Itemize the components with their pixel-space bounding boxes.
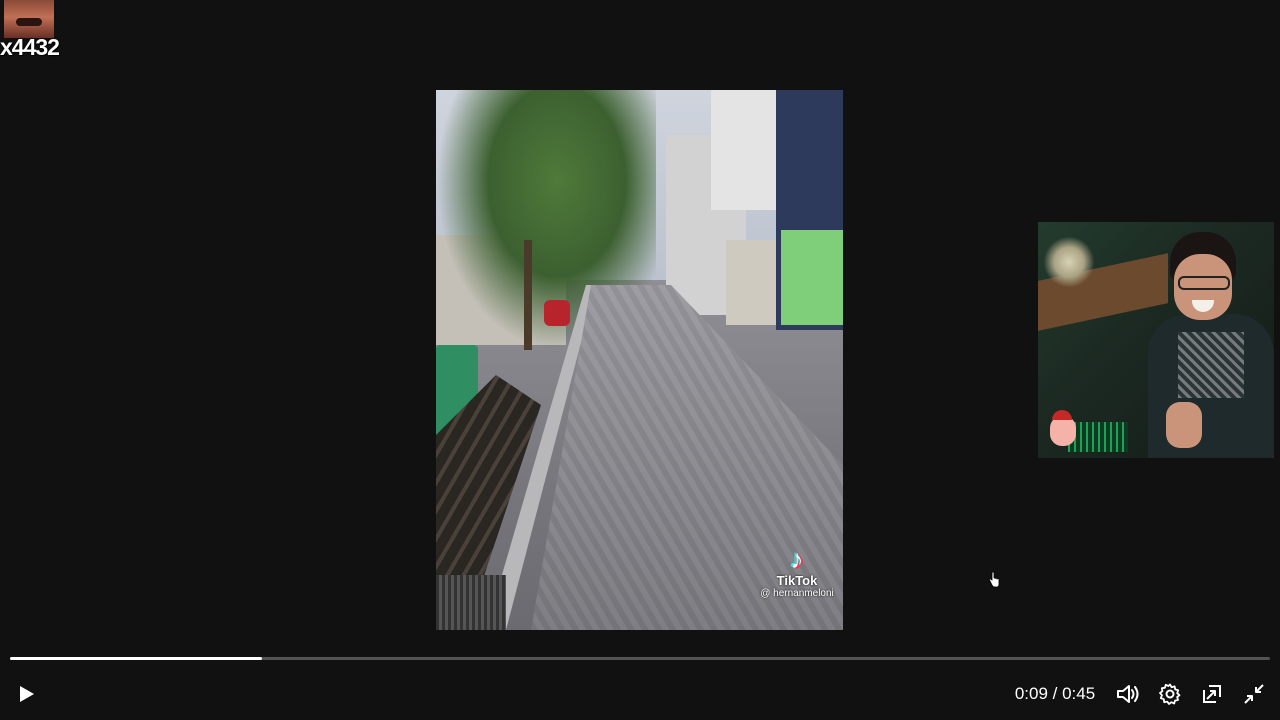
progress-fill: [10, 657, 262, 660]
tiktok-brand: TikTok: [776, 573, 818, 588]
webcam-lamp: [1039, 232, 1099, 292]
streamer-badge: x4432: [0, 0, 70, 62]
player-controls: 0:09 / 0:45: [0, 672, 1280, 718]
streamer-name: x4432: [0, 34, 60, 60]
webcam-overlay: [1038, 222, 1274, 458]
popout-icon: [1201, 683, 1223, 705]
time-display: 0:09 / 0:45: [1014, 684, 1096, 703]
tiktok-handle: @ hernanmeloni: [760, 588, 834, 599]
play-button[interactable]: [4, 672, 48, 716]
popout-button[interactable]: [1190, 672, 1234, 716]
volume-button[interactable]: [1106, 672, 1150, 716]
webcam-streamer: [1148, 232, 1274, 458]
gear-icon: [1159, 683, 1181, 705]
play-icon: [16, 684, 36, 704]
tiktok-watermark: ♪ TikTok @ hernanmeloni: [752, 545, 842, 599]
exit-fullscreen-button[interactable]: [1232, 672, 1276, 716]
video-drain-grate: [436, 575, 506, 630]
webcam-hoodie-print: [1178, 332, 1244, 398]
streamer-avatar: [4, 0, 54, 38]
progress-bar[interactable]: [10, 657, 1270, 660]
video-building: [711, 90, 781, 210]
video-motorbike: [544, 300, 570, 326]
exit-fullscreen-icon: [1243, 683, 1265, 705]
volume-icon: [1116, 683, 1140, 705]
webcam-hand: [1166, 402, 1202, 448]
webcam-glasses: [1178, 276, 1230, 290]
tiktok-note-icon: ♪: [790, 544, 804, 574]
hand-cursor-icon: [988, 572, 1000, 588]
pig-sticker-icon: [1046, 410, 1080, 450]
settings-button[interactable]: [1148, 672, 1192, 716]
video-shopfront: [781, 230, 843, 325]
video-tree-trunk: [524, 240, 532, 350]
